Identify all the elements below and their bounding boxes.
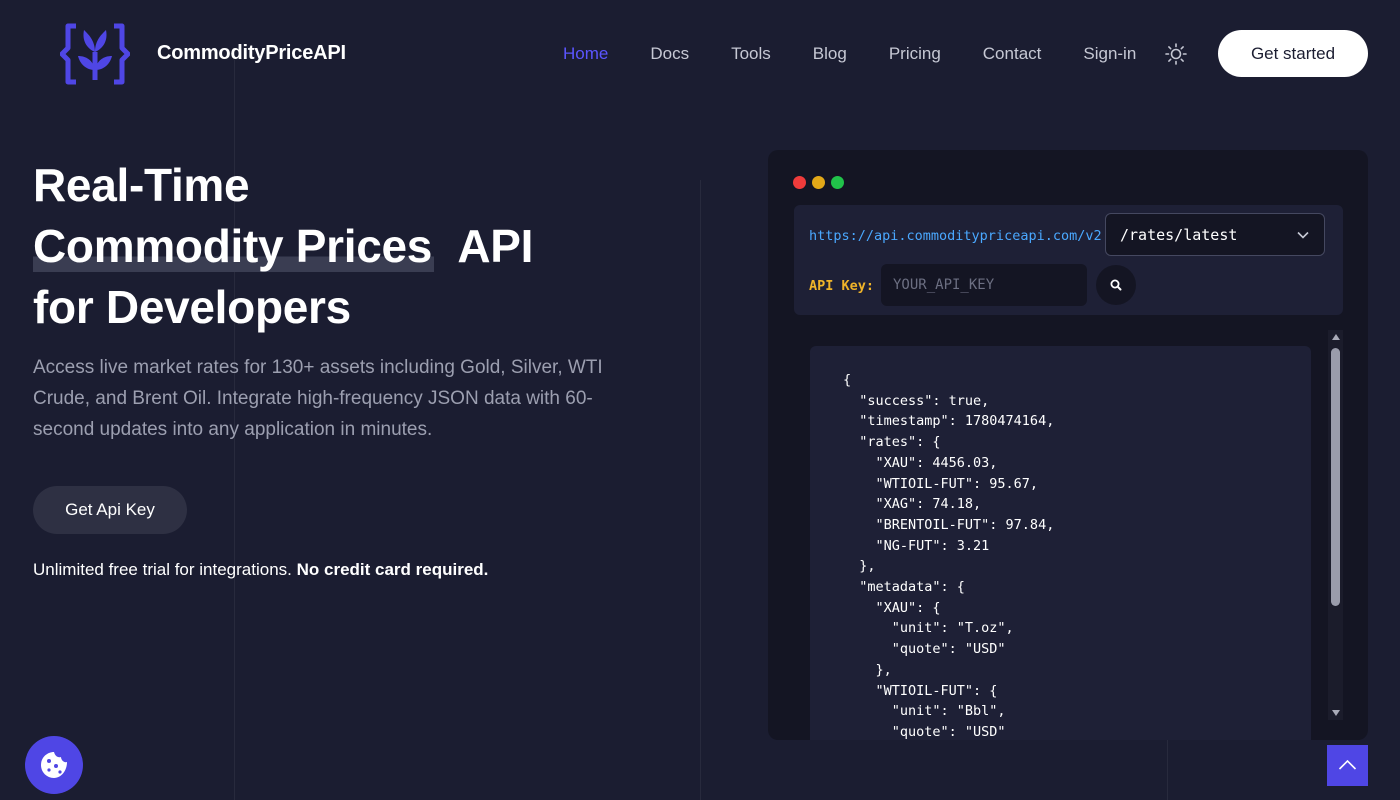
hero-description: Access live market rates for 130+ assets… [33, 357, 603, 440]
brand-name[interactable]: CommodityPriceAPI [157, 42, 346, 65]
api-demo-window: https://api.commoditypriceapi.com/v2 /ra… [768, 150, 1368, 740]
logo-icon[interactable] [60, 22, 130, 86]
chevron-down-icon [1297, 231, 1309, 239]
request-panel: https://api.commoditypriceapi.com/v2 /ra… [794, 205, 1343, 315]
grid-line [1167, 740, 1168, 800]
response-scrollbar[interactable] [1328, 330, 1343, 720]
nav-blog[interactable]: Blog [813, 44, 847, 64]
response-viewer: { "success": true, "timestamp": 17804741… [810, 346, 1311, 740]
hero-title-api: API [457, 220, 534, 272]
get-started-button[interactable]: Get started [1218, 30, 1368, 77]
hero-title-line3: for Developers [33, 281, 351, 333]
trial-note-text: Unlimited free trial for integrations. [33, 560, 292, 579]
trial-note: Unlimited free trial for integrations. N… [33, 560, 488, 580]
trial-note-bold: No credit card required. [296, 560, 489, 579]
scroll-thumb[interactable] [1331, 348, 1340, 606]
search-icon [1110, 279, 1122, 291]
json-response: { "success": true, "timestamp": 17804741… [843, 372, 1055, 740]
nav-pricing[interactable]: Pricing [889, 44, 941, 64]
cookie-icon [41, 752, 67, 778]
site-header: CommodityPriceAPI Home Docs Tools Blog P… [0, 0, 1400, 110]
main-nav: Home Docs Tools Blog Pricing Contact Sig… [563, 44, 1154, 64]
hero-title-highlight: Commodity Prices [33, 220, 435, 272]
nav-sign-in[interactable]: Sign-in [1083, 44, 1136, 64]
hero-title: Real-Time Commodity Prices API for Devel… [33, 155, 533, 338]
nav-home[interactable]: Home [563, 44, 608, 64]
grid-line [700, 180, 701, 800]
api-key-label: API Key: [809, 278, 875, 294]
nav-tools[interactable]: Tools [731, 44, 771, 64]
back-to-top-button[interactable] [1327, 745, 1368, 786]
api-key-input[interactable] [881, 264, 1087, 306]
send-request-button[interactable] [1096, 265, 1136, 305]
window-minimize-dot [812, 176, 825, 189]
base-url: https://api.commoditypriceapi.com/v2 [809, 228, 1102, 244]
cookie-settings-button[interactable] [25, 736, 83, 794]
chevron-up-icon [1338, 759, 1357, 770]
nav-docs[interactable]: Docs [650, 44, 689, 64]
endpoint-select[interactable]: /rates/latest [1105, 213, 1325, 256]
hero-title-line1: Real-Time [33, 159, 250, 211]
window-close-dot [793, 176, 806, 189]
get-api-key-button[interactable]: Get Api Key [33, 486, 187, 534]
window-maximize-dot [831, 176, 844, 189]
scroll-down-arrow-icon[interactable] [1332, 710, 1340, 716]
scroll-up-arrow-icon[interactable] [1332, 334, 1340, 340]
nav-contact[interactable]: Contact [983, 44, 1042, 64]
endpoint-value: /rates/latest [1120, 226, 1238, 244]
sun-icon[interactable] [1165, 43, 1187, 65]
